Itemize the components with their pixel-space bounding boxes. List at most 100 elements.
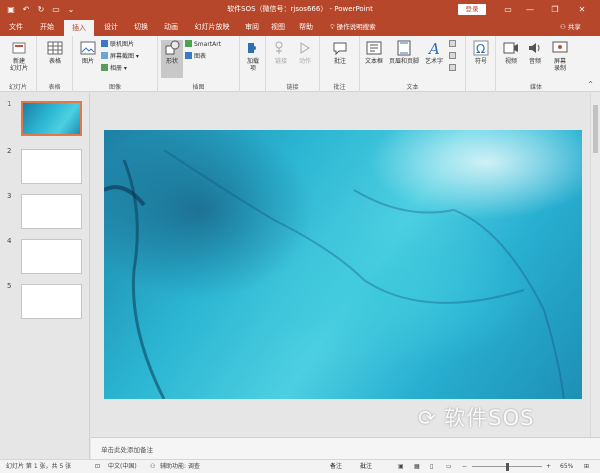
addins-button[interactable]: 加载 项 (242, 40, 264, 72)
tab-design[interactable]: 设计 (98, 19, 124, 36)
slideshow-view-icon[interactable]: ▭ (446, 460, 452, 473)
header-footer-button[interactable]: 页眉和页脚 (387, 40, 421, 65)
zoom-level[interactable]: 65% (560, 460, 573, 473)
table-icon (47, 41, 63, 55)
tell-me-label: 操作说明搜索 (336, 23, 376, 31)
svg-text:Ω: Ω (476, 42, 485, 56)
restore-button[interactable]: ❐ (545, 0, 565, 19)
ribbon-display-options-icon[interactable]: ▭ (498, 0, 518, 19)
online-pictures-button[interactable]: 联机图片 (101, 40, 134, 49)
comment-button[interactable]: 批注 (329, 40, 351, 65)
symbol-button[interactable]: Ω 符号 (470, 40, 492, 65)
addins-label: 加载 项 (246, 58, 259, 72)
quick-access-toolbar: ▣ ↶ ↻ ▭ ⌄ (0, 5, 110, 15)
slide-number-icon (449, 52, 456, 59)
scrollbar-thumb[interactable] (593, 105, 598, 153)
wordart-button[interactable]: A 艺术字 (422, 40, 446, 65)
tab-animations[interactable]: 动画 (158, 19, 184, 36)
redo-icon[interactable]: ↻ (36, 5, 46, 15)
tab-file[interactable]: 文件 (4, 19, 28, 36)
accessibility-status[interactable]: 辅助功能: 调查 (160, 460, 200, 473)
save-icon[interactable]: ▣ (6, 5, 16, 15)
accessibility-icon: ⚇ (150, 463, 156, 470)
chart-button[interactable]: 图表 (185, 52, 206, 61)
chart-label: 图表 (194, 53, 207, 60)
link-button[interactable]: 链接 (270, 40, 292, 65)
notes-pane[interactable]: 单击此处添加备注 (91, 437, 600, 459)
comment-icon (333, 42, 347, 56)
photo-album-label: 相册 (110, 65, 123, 72)
title-bar: ▣ ↶ ↻ ▭ ⌄ 软件SOS（微信号：rjsos666） - PowerPoi… (0, 0, 600, 19)
vertical-scrollbar[interactable] (590, 93, 600, 437)
start-from-beginning-icon[interactable]: ▭ (51, 5, 61, 15)
zoom-out-button[interactable]: − (462, 460, 467, 473)
screen-recording-button[interactable]: 屏幕 录制 (548, 40, 572, 72)
watermark-text: 软件SOS (444, 406, 535, 430)
reading-view-icon[interactable]: ▯ (430, 460, 433, 473)
slide-thumbnail-3[interactable] (21, 194, 82, 229)
group-media: 视频 音频 屏幕 录制 媒体 (496, 36, 576, 92)
group-text: 文本框 页眉和页脚 A 艺术字 文本 (360, 36, 466, 92)
video-button[interactable]: 视频 (500, 40, 522, 65)
zoom-slider-thumb[interactable] (506, 463, 509, 471)
share-label: 共享 (567, 23, 581, 31)
wordart-icon: A (427, 40, 440, 56)
tab-review[interactable]: 审阅 (240, 19, 264, 36)
new-slide-button[interactable]: 新建 幻灯片 (4, 40, 34, 72)
smartart-icon (185, 40, 192, 47)
current-slide[interactable] (104, 130, 582, 399)
new-slide-label: 新建 幻灯片 (9, 58, 28, 72)
pictures-button[interactable]: 图片 (77, 40, 99, 65)
share-button[interactable]: ⚇ 共享 (560, 19, 581, 36)
slide-thumbnail-4[interactable] (21, 239, 82, 274)
tab-slideshow[interactable]: 幻灯片放映 (188, 19, 236, 36)
slide-thumbnail-5[interactable] (21, 284, 82, 319)
thumbnail-number: 2 (7, 147, 12, 155)
shapes-button[interactable]: 形状 (161, 40, 183, 78)
tab-help[interactable]: 帮助 (294, 19, 318, 36)
close-button[interactable]: ✕ (572, 0, 592, 19)
normal-view-icon[interactable]: ▣ (398, 460, 404, 473)
smartart-button[interactable]: SmartArt (185, 40, 221, 49)
group-label-comments: 批注 (333, 84, 346, 91)
table-button[interactable]: 表格 (43, 40, 67, 65)
group-slides: 新建 幻灯片 幻灯片 (0, 36, 37, 92)
action-button[interactable]: 动作 (294, 40, 316, 65)
object-button[interactable] (449, 64, 458, 73)
header-footer-icon (397, 40, 411, 56)
tab-home[interactable]: 开始 (34, 19, 60, 36)
shapes-icon (165, 40, 180, 55)
slide-sorter-icon[interactable]: ▦ (414, 460, 420, 473)
screenshot-button[interactable]: 屏幕截图 ▾ (101, 52, 139, 61)
textbox-label: 文本框 (364, 58, 383, 65)
tab-view[interactable]: 视图 (266, 19, 290, 36)
group-label-text: 文本 (406, 84, 419, 91)
textbox-button[interactable]: 文本框 (362, 40, 386, 65)
slide-number-button[interactable] (449, 52, 458, 61)
tab-transitions[interactable]: 切换 (128, 19, 154, 36)
link-label: 链接 (274, 58, 287, 65)
language-indicator[interactable]: 中文(中国) (108, 460, 137, 473)
undo-icon[interactable]: ↶ (21, 5, 31, 15)
audio-button[interactable]: 音频 (524, 40, 546, 65)
notes-placeholder: 单击此处添加备注 (101, 446, 153, 454)
slide-thumbnail-1[interactable] (21, 101, 82, 136)
online-pictures-icon (101, 40, 108, 47)
notes-toggle-label: 备注 (330, 463, 343, 470)
spellcheck-icon[interactable]: ⊡ (95, 460, 100, 473)
login-button[interactable]: 登录 (458, 4, 486, 15)
tell-me-search[interactable]: 💡︎ 操作说明搜索 (330, 19, 376, 36)
group-addins: 加载 项 (240, 36, 266, 92)
date-time-button[interactable] (449, 40, 458, 49)
photo-album-button[interactable]: 相册 ▾ (101, 64, 127, 73)
thumbnail-number: 5 (7, 282, 12, 290)
group-label-media: 媒体 (529, 84, 542, 91)
customize-qat-icon[interactable]: ⌄ (66, 5, 76, 15)
minimize-button[interactable]: — (520, 0, 540, 19)
tab-insert[interactable]: 插入 (64, 20, 94, 36)
fit-slide-icon[interactable]: ⊞ (584, 460, 589, 473)
collapse-ribbon-icon[interactable]: ^ (588, 80, 593, 89)
slide-thumbnail-2[interactable] (21, 149, 82, 184)
wordart-label: 艺术字 (424, 58, 443, 65)
zoom-in-button[interactable]: + (546, 460, 551, 473)
